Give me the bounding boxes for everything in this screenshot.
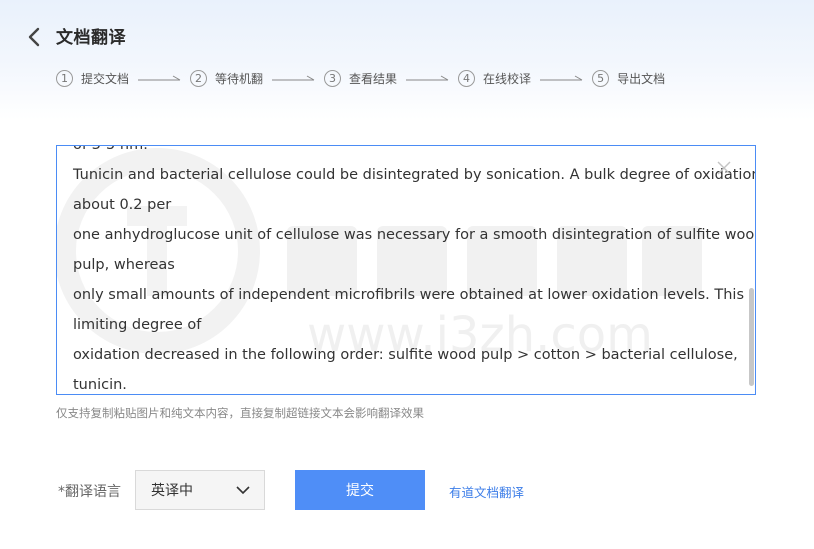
step-label: 等待机翻	[215, 71, 264, 86]
text-line: limiting degree of	[73, 317, 202, 333]
chevron-down-icon	[236, 486, 250, 495]
text-line: about 0.2 per	[73, 197, 172, 213]
text-line: pulp, whereas	[73, 257, 175, 273]
step-3: 3 查看结果	[324, 69, 398, 87]
step-arrow-icon	[540, 75, 583, 81]
step-number: 3	[324, 69, 342, 87]
translate-language-label: *翻译语言	[58, 484, 121, 500]
text-line: Tunicin and bacterial cellulose could be…	[73, 167, 756, 183]
step-number: 5	[592, 69, 610, 87]
text-line: only small amounts of independent microf…	[73, 287, 745, 303]
youdao-doc-translate-link[interactable]: 有道文档翻译	[449, 482, 524, 501]
step-arrow-icon	[272, 75, 315, 81]
selected-language: 英译中	[151, 483, 193, 499]
clear-text-icon[interactable]	[716, 160, 732, 176]
step-1: 1 提交文档	[56, 69, 130, 87]
step-number: 4	[458, 69, 476, 87]
step-5: 5 导出文档	[592, 69, 666, 87]
submit-button[interactable]: 提交	[295, 470, 425, 510]
step-label: 在线校译	[483, 71, 532, 86]
page-title: 文档翻译	[56, 28, 126, 48]
header-background	[0, 0, 814, 120]
translate-language-select[interactable]: 英译中	[135, 470, 265, 510]
step-label: 导出文档	[617, 71, 666, 86]
paste-hint: 仅支持复制粘贴图片和纯文本内容，直接复制超链接文本会影响翻译效果	[56, 406, 424, 420]
document-text-area[interactable]: www.i3zh.com of 3-5 nm. Tunicin and bact…	[56, 145, 756, 395]
text-line: one anhydroglucose unit of cellulose was…	[73, 227, 756, 243]
step-arrow-icon	[406, 75, 449, 81]
text-line: of 3-5 nm.	[73, 145, 148, 153]
step-4: 4 在线校译	[458, 69, 532, 87]
step-label: 查看结果	[349, 71, 398, 86]
text-line: oxidation decreased in the following ord…	[73, 347, 738, 363]
scrollbar-thumb[interactable]	[749, 288, 754, 386]
text-line: tunicin.	[73, 377, 127, 393]
document-text: of 3-5 nm. Tunicin and bacterial cellulo…	[73, 145, 756, 394]
back-arrow-icon[interactable]	[24, 26, 46, 48]
step-number: 2	[190, 69, 208, 87]
progress-steps: 1 提交文档 2 等待机翻 3 查看结果 4 在线校译 5 导出文档	[56, 68, 665, 88]
step-number: 1	[56, 69, 73, 87]
step-2: 2 等待机翻	[190, 69, 264, 87]
step-label: 提交文档	[81, 71, 130, 86]
step-arrow-icon	[138, 75, 181, 81]
